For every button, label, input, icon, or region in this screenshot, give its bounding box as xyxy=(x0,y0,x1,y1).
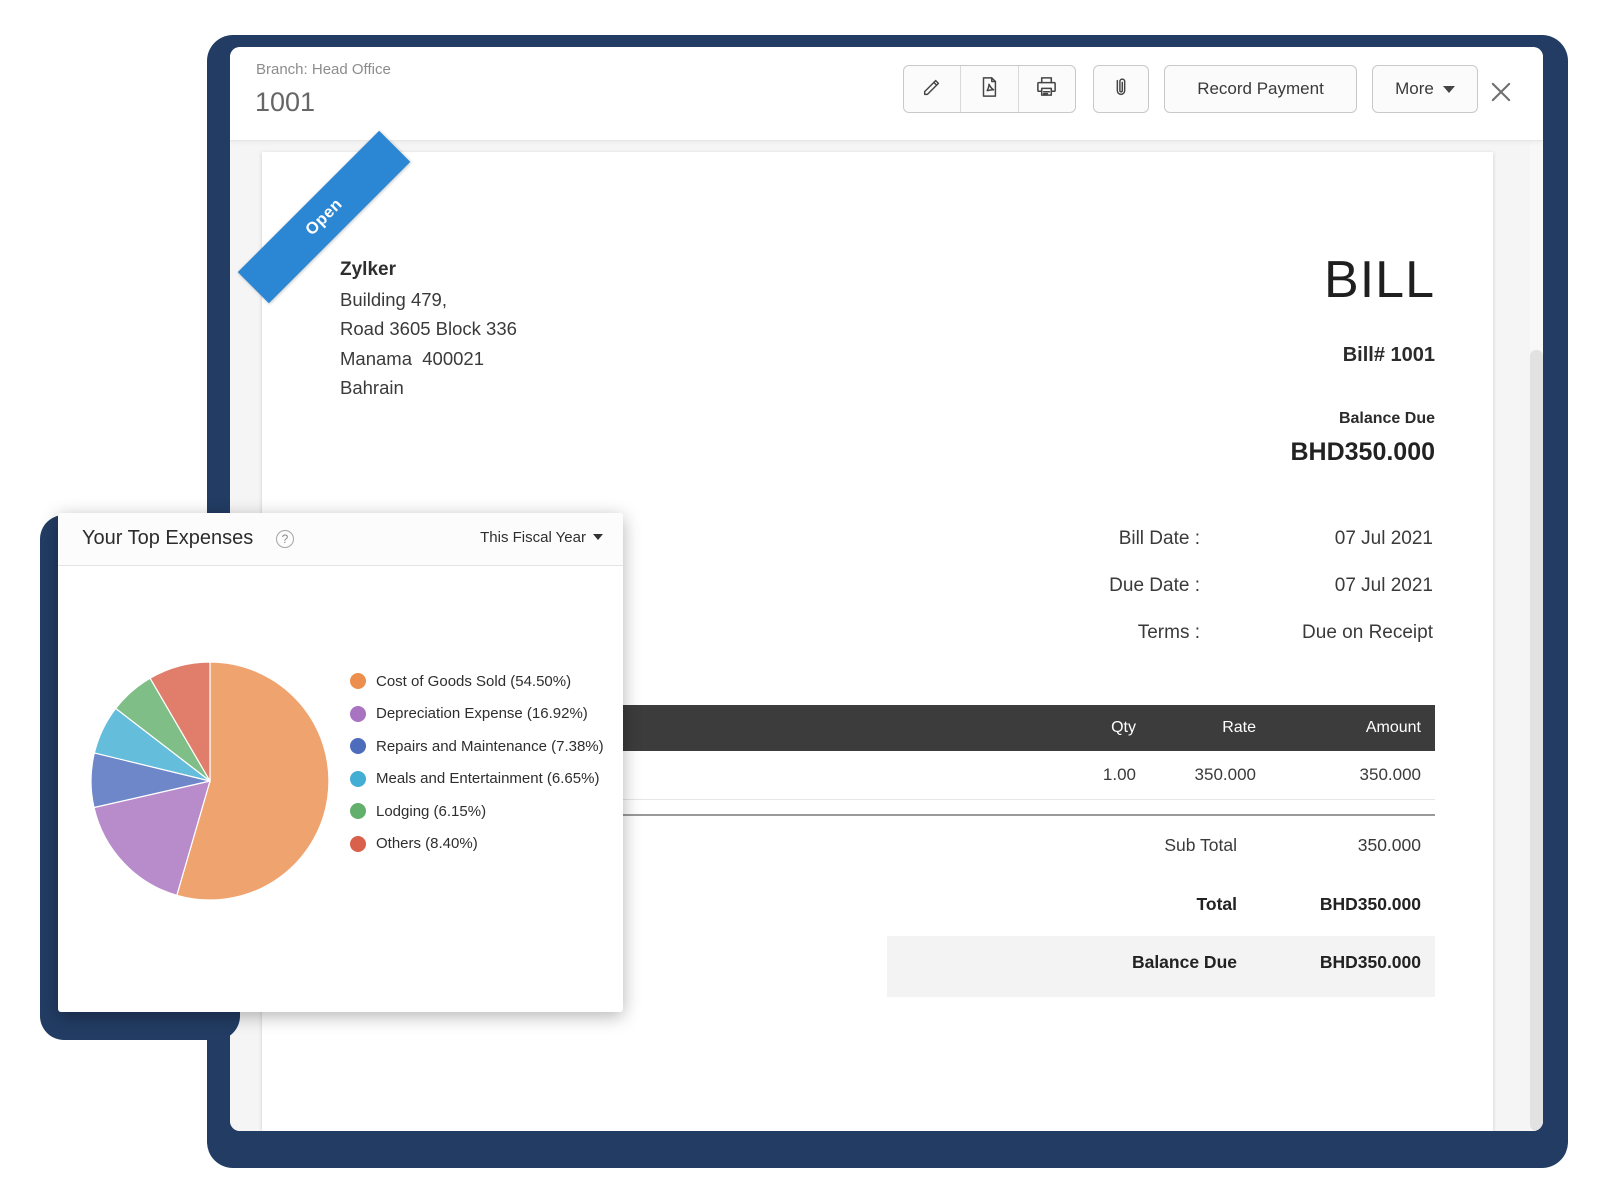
terms-value: Due on Receipt xyxy=(1302,622,1433,644)
pencil-icon xyxy=(921,76,943,103)
attachments-button[interactable] xyxy=(1093,65,1149,113)
export-pdf-button[interactable] xyxy=(960,66,1017,112)
document-action-group xyxy=(903,65,1076,113)
scrollbar-thumb[interactable] xyxy=(1530,350,1543,1131)
total-label: Total xyxy=(1196,894,1237,915)
record-payment-button[interactable]: Record Payment xyxy=(1164,65,1357,113)
rate-cell: 350.000 xyxy=(1136,765,1256,785)
vendor-address: Building 479, Road 3605 Block 336 Manama… xyxy=(340,289,517,399)
legend-item[interactable]: Lodging (6.15%) xyxy=(350,801,604,821)
legend-item[interactable]: Cost of Goods Sold (54.50%) xyxy=(350,671,604,691)
legend-swatch xyxy=(350,836,366,852)
terms-row: Terms : Due on Receipt xyxy=(662,622,1433,650)
qty-cell: 1.00 xyxy=(1016,765,1136,785)
legend-swatch xyxy=(350,803,366,819)
legend-item[interactable]: Others (8.40%) xyxy=(350,834,604,854)
bill-number: Bill# 1001 xyxy=(1343,344,1435,367)
chevron-down-icon xyxy=(593,534,603,540)
balance-due-row: Balance Due BHD350.000 xyxy=(887,936,1435,997)
paperclip-icon xyxy=(1110,76,1132,103)
legend-label: Lodging (6.15%) xyxy=(376,803,486,820)
legend-label: Cost of Goods Sold (54.50%) xyxy=(376,673,571,690)
legend-item[interactable]: Meals and Entertainment (6.65%) xyxy=(350,769,604,789)
more-label: More xyxy=(1395,79,1434,99)
legend-item[interactable]: Repairs and Maintenance (7.38%) xyxy=(350,736,604,756)
close-button[interactable] xyxy=(1487,78,1515,106)
amount-cell: 350.000 xyxy=(1256,765,1421,785)
period-label: This Fiscal Year xyxy=(480,529,586,546)
sub-total-value: 350.000 xyxy=(1358,835,1421,856)
legend-item[interactable]: Depreciation Expense (16.92%) xyxy=(350,704,604,724)
balance-row-label: Balance Due xyxy=(1132,952,1237,973)
pdf-icon xyxy=(978,76,1000,103)
legend-swatch xyxy=(350,771,366,787)
period-selector[interactable]: This Fiscal Year xyxy=(480,529,603,546)
legend-label: Meals and Entertainment (6.65%) xyxy=(376,770,599,787)
legend-swatch xyxy=(350,706,366,722)
legend-label: Repairs and Maintenance (7.38%) xyxy=(376,738,604,755)
total-value: BHD350.000 xyxy=(1320,894,1421,915)
qty-column-header: Qty xyxy=(1016,719,1136,737)
vendor-name: Zylker xyxy=(340,259,396,280)
legend-label: Depreciation Expense (16.92%) xyxy=(376,705,588,722)
top-expenses-widget: Your Top Expenses ? This Fiscal Year Cos… xyxy=(58,513,623,1012)
pie-legend: Cost of Goods Sold (54.50%) Depreciation… xyxy=(350,671,604,854)
document-title: BILL xyxy=(1324,252,1435,308)
legend-swatch xyxy=(350,673,366,689)
bill-number-title: 1001 xyxy=(255,87,315,118)
bill-date-label: Bill Date : xyxy=(1119,528,1200,550)
help-icon[interactable]: ? xyxy=(276,530,294,548)
due-date-value: 07 Jul 2021 xyxy=(1335,575,1433,597)
sub-total-label: Sub Total xyxy=(1164,835,1237,856)
rate-column-header: Rate xyxy=(1136,719,1256,737)
balance-due-amount: BHD350.000 xyxy=(1290,438,1435,467)
branch-label: Branch: Head Office xyxy=(256,61,391,78)
window-header: Branch: Head Office 1001 xyxy=(230,47,1543,141)
close-icon xyxy=(1487,93,1515,110)
due-date-label: Due Date : xyxy=(1109,575,1200,597)
balance-row-value: BHD350.000 xyxy=(1320,952,1421,973)
record-payment-label: Record Payment xyxy=(1197,79,1324,99)
edit-button[interactable] xyxy=(904,66,960,112)
legend-label: Others (8.40%) xyxy=(376,835,478,852)
amount-column-header: Amount xyxy=(1256,719,1421,737)
help-glyph: ? xyxy=(282,532,289,546)
due-date-row: Due Date : 07 Jul 2021 xyxy=(662,575,1433,603)
widget-title: Your Top Expenses xyxy=(82,527,253,550)
widget-header: Your Top Expenses ? This Fiscal Year xyxy=(58,513,623,566)
printer-icon xyxy=(1035,75,1058,103)
vendor-address-block: Zylker Building 479, Road 3605 Block 336… xyxy=(340,254,517,403)
expenses-pie-chart[interactable] xyxy=(81,652,339,910)
print-button[interactable] xyxy=(1018,66,1075,112)
chevron-down-icon xyxy=(1443,86,1455,93)
terms-label: Terms : xyxy=(1138,622,1200,644)
more-button[interactable]: More xyxy=(1372,65,1478,113)
page: { "theme": { "panel": "#223c63", "ribbon… xyxy=(0,0,1600,1200)
balance-due-label: Balance Due xyxy=(1339,410,1435,428)
bill-date-row: Bill Date : 07 Jul 2021 xyxy=(662,528,1433,556)
legend-swatch xyxy=(350,738,366,754)
bill-date-value: 07 Jul 2021 xyxy=(1335,528,1433,550)
